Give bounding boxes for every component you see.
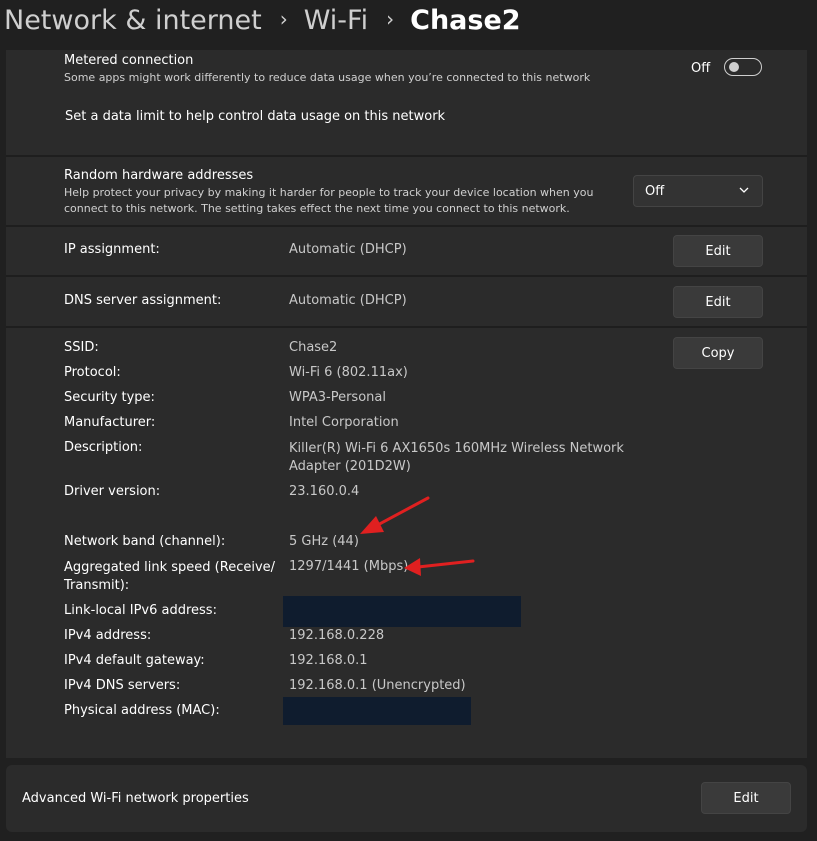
annotation-arrow-icon (360, 496, 430, 534)
advanced-properties-title: Advanced Wi-Fi network properties (22, 791, 249, 806)
annotation-arrow-icon (404, 558, 475, 576)
advanced-properties-edit-button[interactable]: Edit (701, 782, 791, 814)
annotation-arrows (360, 496, 475, 576)
